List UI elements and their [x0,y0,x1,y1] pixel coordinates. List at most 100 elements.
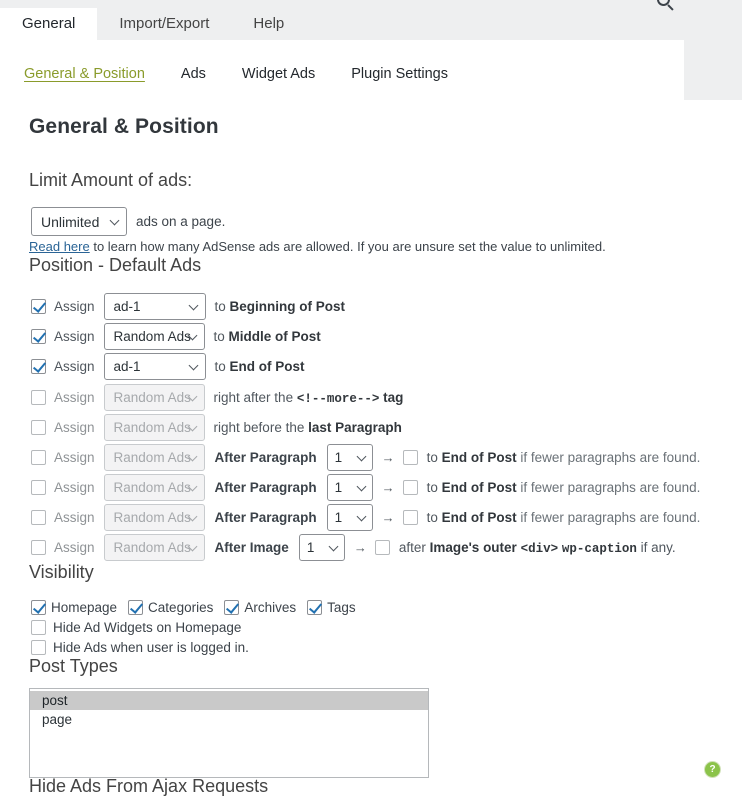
arrow-icon: → [381,480,395,495]
post-types-option-page[interactable]: page [30,710,428,729]
sub-tab-widget-ads[interactable]: Widget Ads [242,66,315,82]
visibility-inline-row: Homepage Categories Archives Tags [31,600,367,615]
hide-ads-logged-in-label: Hide Ads when user is logged in. [53,640,249,655]
position-row-middle: Assign Random Ads to Middle of Post [31,323,321,350]
assign-label: Assign [54,480,95,495]
chevron-down-icon [109,215,120,225]
limit-help-text: to learn how many AdSense ads are allowe… [89,239,606,254]
position-row-more-tag: Assign Random Ads right after the <!--mo… [31,384,403,411]
post-types-listbox[interactable]: post page [29,688,429,778]
top-tab-list: General Import/Export Help [0,8,306,40]
top-tab-import-export[interactable]: Import/Export [97,8,231,40]
position-row-last-paragraph-label: right before the last Paragraph [213,420,402,435]
after-paragraph-1-label: After Paragraph [214,450,317,465]
position-row-beginning-checkbox[interactable] [31,299,46,314]
chevron-down-icon [188,360,198,370]
after-image-caption-checkbox[interactable] [374,540,390,555]
ajax-heading: Hide Ads From Ajax Requests [29,776,269,796]
after-paragraph-3-label: After Paragraph [214,510,317,525]
help-icon[interactable]: ? [705,762,720,777]
position-row-middle-label: to Middle of Post [213,329,321,344]
arrow-icon: → [381,510,395,525]
chevron-down-icon [356,511,367,521]
after-paragraph-3-fallback-label: to End of Post if fewer paragraphs are f… [426,510,701,525]
sub-tab-general-position[interactable]: General & Position [24,66,145,82]
panel-gutter [684,40,742,100]
position-row-after-image: Assign Random Ads After Image 1 → after … [31,534,676,561]
sub-tab-plugin-settings[interactable]: Plugin Settings [351,66,448,82]
visibility-archives-label: Archives [244,600,297,615]
position-row-last-paragraph-ad-select[interactable]: Random Ads [103,414,205,441]
visibility-tags-checkbox[interactable] [307,600,323,615]
hide-ads-logged-in-row: Hide Ads when user is logged in. [31,640,249,655]
post-types-heading: Post Types [29,656,118,676]
after-paragraph-3-ad-select[interactable]: Random Ads [103,504,205,531]
position-row-after-paragraph-3: Assign Random Ads After Paragraph 1 → to… [31,504,700,531]
visibility-categories-checkbox[interactable] [128,600,144,615]
position-row-middle-ad-value: Random Ads [113,329,191,344]
assign-label: Assign [54,510,95,525]
arrow-icon: → [381,450,395,465]
after-paragraph-2-fallback-checkbox[interactable] [402,480,418,495]
visibility-archives-checkbox[interactable] [224,600,240,615]
wp-caption-code: wp-caption [561,541,637,556]
chevron-down-icon [356,481,367,491]
position-row-beginning-ad-select[interactable]: ad-1 [103,293,206,320]
more-tag-code: <!--more--> [296,391,380,406]
search-icon[interactable] [657,0,670,6]
visibility-tags-label: Tags [327,600,356,615]
after-paragraph-1-ad-value: Random Ads [113,450,191,465]
position-row-end-checkbox[interactable] [31,359,46,374]
assign-label: Assign [54,299,95,314]
limit-amount-row: Unlimited ads on a page. [31,207,225,236]
limit-amount-select[interactable]: Unlimited [31,207,127,236]
arrow-icon: → [353,540,367,555]
position-row-middle-ad-select[interactable]: Random Ads [103,323,205,350]
post-types-option-post[interactable]: post [30,691,428,710]
after-paragraph-3-number-select[interactable]: 1 [326,504,373,531]
position-row-end-ad-select[interactable]: ad-1 [103,353,206,380]
position-row-end: Assign ad-1 to End of Post [31,353,305,380]
after-paragraph-2-checkbox[interactable] [31,480,46,495]
position-row-more-tag-ad-select[interactable]: Random Ads [103,384,205,411]
position-row-beginning: Assign ad-1 to Beginning of Post [31,293,345,320]
visibility-homepage-checkbox[interactable] [31,600,46,615]
position-row-more-tag-checkbox[interactable] [31,390,46,405]
top-tab-general[interactable]: General [0,8,98,40]
chevron-down-icon [356,451,367,461]
read-here-link[interactable]: Read here [29,239,90,254]
position-row-after-paragraph-2: Assign Random Ads After Paragraph 1 → to… [31,474,700,501]
chevron-down-icon [328,541,339,551]
hide-ad-widgets-label: Hide Ad Widgets on Homepage [53,620,242,635]
after-paragraph-3-fallback-checkbox[interactable] [402,510,418,525]
after-paragraph-1-number-select[interactable]: 1 [326,444,373,471]
after-image-checkbox[interactable] [31,540,46,555]
hide-ads-logged-in-checkbox[interactable] [31,640,46,655]
position-row-last-paragraph-ad-value: Random Ads [113,420,191,435]
assign-label: Assign [54,450,95,465]
assign-label: Assign [54,329,95,344]
after-image-ad-value: Random Ads [113,540,191,555]
after-paragraph-3-checkbox[interactable] [31,510,46,525]
top-tab-help[interactable]: Help [231,8,306,40]
after-paragraph-1-ad-select[interactable]: Random Ads [103,444,205,471]
visibility-heading: Visibility [29,562,94,582]
after-paragraph-3-number-value: 1 [334,510,343,525]
sub-tab-ads[interactable]: Ads [181,66,206,82]
hide-ad-widgets-checkbox[interactable] [31,620,46,635]
after-paragraph-2-number-select[interactable]: 1 [326,474,373,501]
after-paragraph-2-ad-select[interactable]: Random Ads [103,474,205,501]
limit-amount-value: Unlimited [41,213,100,230]
sub-tab-bar: General & Position Ads Widget Ads Plugin… [0,40,684,100]
position-row-middle-checkbox[interactable] [31,329,46,344]
after-image-ad-select[interactable]: Random Ads [103,534,205,561]
after-image-number-value: 1 [306,540,315,555]
after-image-number-select[interactable]: 1 [298,534,345,561]
assign-label: Assign [54,359,95,374]
position-row-more-tag-label: right after the <!--more--> tag [213,389,404,406]
position-row-last-paragraph-checkbox[interactable] [31,420,46,435]
visibility-homepage-label: Homepage [51,600,118,615]
after-paragraph-1-checkbox[interactable] [31,450,46,465]
position-row-beginning-ad-value: ad-1 [113,299,141,314]
after-paragraph-1-fallback-checkbox[interactable] [402,450,418,465]
